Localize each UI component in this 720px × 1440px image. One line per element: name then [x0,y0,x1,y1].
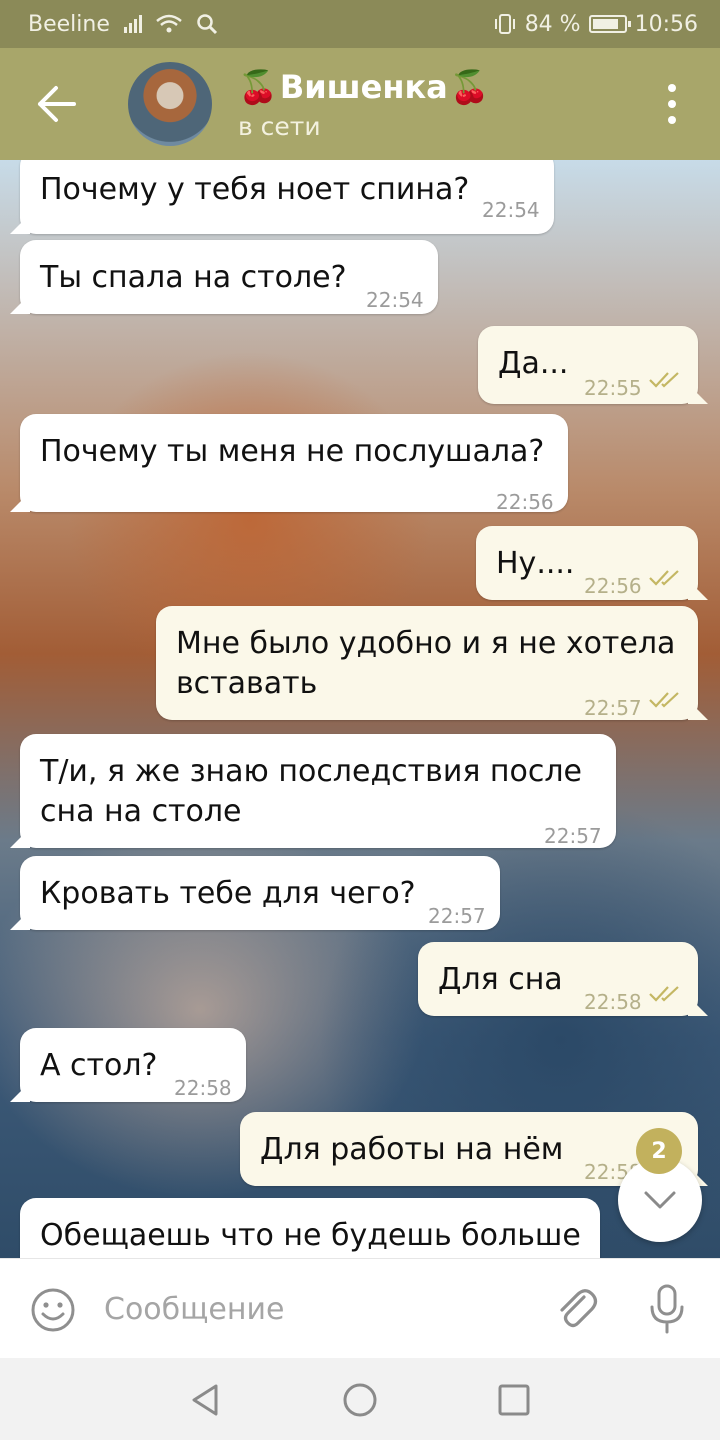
message-time: 22:57 [584,696,642,720]
message-input[interactable] [104,1285,524,1333]
double-check-icon [649,372,679,388]
message-outgoing: Мне было удобно и я не хотела вставать 2… [156,606,698,720]
message-incoming: Почему у тебя ноет спина? 22:54 [20,160,554,234]
message-text: Т/и, я же знаю последствия после сна на … [40,754,583,829]
chat-name: Вишенка [279,68,448,106]
wifi-icon [156,14,182,33]
unread-badge[interactable]: 2 [636,1128,682,1174]
mic-icon[interactable] [644,1283,690,1335]
attach-icon[interactable] [554,1285,600,1333]
message-text: Обещаешь что не будешь больше [40,1218,581,1253]
emoji-icon[interactable] [30,1287,76,1333]
message-incoming: Т/и, я же знаю последствия после сна на … [20,734,616,848]
message-incoming: Кровать тебе для чего? 22:57 [20,856,500,930]
online-status: в сети [238,112,321,141]
chevron-down-icon [644,1191,676,1209]
message-time: 22:54 [366,288,424,312]
message-incoming: Ты спала на столе? 22:54 [20,240,438,314]
message-text: Да... [498,346,569,381]
signal-icon [123,15,142,33]
message-list[interactable]: Почему у тебя ноет спина? 22:54 Ты спала… [0,160,720,1258]
chat-title[interactable]: 🍒 Вишенка 🍒 [238,68,490,106]
search-icon [197,14,217,35]
battery-icon [588,15,631,33]
message-text: Ты спала на столе? [40,260,347,295]
message-text: Почему у тебя ноет спина? [40,172,470,207]
message-incoming: А стол? 22:58 [20,1028,246,1102]
message-text: Почему ты меня не послушала? [40,434,545,469]
vibrate-icon [494,14,515,34]
double-check-icon [649,986,679,1002]
message-time: 22:54 [482,198,540,222]
message-outgoing: Для сна 22:58 [418,942,698,1016]
chat-header: 🍒 Вишенка 🍒 в сети [0,48,720,160]
double-check-icon [649,692,679,708]
message-time: 22:55 [584,376,642,400]
back-arrow-icon[interactable] [34,84,78,124]
message-composer [0,1258,720,1358]
status-bar: Beeline 84 % 10:56 [0,0,720,48]
message-time: 22:56 [496,490,554,514]
message-incoming: Обещаешь что не будешь больше [20,1198,600,1258]
message-time: 22:56 [584,574,642,598]
message-time: 22:57 [428,904,486,928]
message-text: А стол? [40,1048,158,1083]
clock: 10:56 [634,11,698,37]
message-text: Кровать тебе для чего? [40,876,416,911]
message-incoming: Почему ты меня не послушала? 22:56 [20,414,568,514]
message-text: Для сна [438,962,563,997]
message-outgoing: Ну.... 22:56 [476,526,698,600]
message-text: Ну.... [496,546,575,581]
message-time: 22:57 [544,824,602,848]
avatar[interactable] [128,62,212,146]
cherry-icon: 🍒 [449,68,490,106]
message-outgoing: Да... 22:55 [478,326,698,404]
message-text: Для работы на нём [260,1132,564,1167]
more-vert-icon[interactable] [660,84,684,124]
carrier-label: Beeline [28,11,110,37]
system-nav-bar [0,1358,720,1440]
message-time: 22:58 [584,990,642,1014]
nav-home-icon[interactable] [340,1380,380,1420]
nav-recents-icon[interactable] [494,1380,534,1420]
message-time: 22:58 [174,1076,232,1100]
cherry-icon: 🍒 [238,68,278,106]
battery-percent: 84 % [524,11,581,37]
nav-back-icon[interactable] [186,1380,226,1420]
double-check-icon [649,570,679,586]
